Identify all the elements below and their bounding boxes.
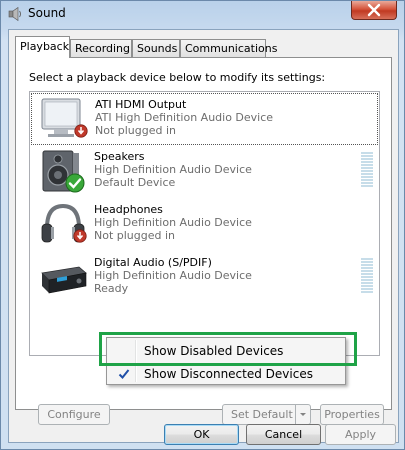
device-name: ATI HDMI Output — [95, 98, 187, 111]
device-driver: High Definition Audio Device — [94, 216, 252, 229]
playback-device-list[interactable]: ATI HDMI Output ATI High Definition Audi… — [29, 91, 380, 356]
device-name: Headphones — [94, 203, 163, 216]
menu-item-show-disconnected-devices[interactable]: Show Disconnected Devices — [109, 363, 343, 384]
device-status: Default Device — [94, 176, 176, 189]
device-driver: High Definition Audio Device — [94, 163, 252, 176]
volume-level-meter — [361, 152, 373, 190]
device-name: Digital Audio (S/PDIF) — [94, 256, 212, 269]
menu-item-label: Show Disabled Devices — [144, 344, 284, 358]
sound-dialog-window: Sound Playback Recording Sounds Communic… — [0, 0, 405, 450]
title-bar[interactable]: Sound — [1, 1, 404, 27]
checkmark-icon — [118, 369, 130, 379]
properties-button[interactable]: Properties — [320, 404, 384, 425]
cancel-button[interactable]: Cancel — [246, 424, 321, 445]
set-default-label: Set Default — [231, 408, 293, 421]
device-item-speakers[interactable]: Speakers High Definition Audio Device De… — [31, 146, 378, 198]
menu-item-show-disabled-devices[interactable]: Show Disabled Devices — [109, 340, 343, 361]
close-icon — [352, 1, 396, 19]
device-status: Not plugged in — [94, 229, 176, 242]
tab-playback[interactable]: Playback — [15, 36, 70, 58]
close-button[interactable] — [351, 1, 397, 20]
chevron-down-icon[interactable] — [295, 405, 310, 424]
device-list-context-menu: Show Disabled Devices Show Disconnected … — [106, 337, 346, 385]
apply-button[interactable]: Apply — [325, 424, 396, 445]
tab-sounds[interactable]: Sounds — [132, 39, 180, 57]
tab-recording[interactable]: Recording — [70, 39, 132, 57]
menu-item-label: Show Disconnected Devices — [144, 367, 313, 381]
device-item-headphones[interactable]: Headphones High Definition Audio Device … — [31, 199, 378, 251]
device-driver: High Definition Audio Device — [94, 269, 252, 282]
device-name: Speakers — [94, 150, 145, 163]
instruction-text: Select a playback device below to modify… — [29, 71, 326, 84]
device-item-ati-hdmi[interactable]: ATI HDMI Output ATI High Definition Audi… — [31, 93, 378, 145]
window-title: Sound — [28, 6, 66, 20]
device-item-digital-audio[interactable]: Digital Audio (S/PDIF) High Definition A… — [31, 252, 378, 304]
volume-level-meter — [361, 258, 373, 296]
unplugged-badge-icon — [73, 229, 87, 243]
device-status: Not plugged in — [95, 124, 177, 137]
ok-button[interactable]: OK — [164, 424, 239, 445]
set-default-button[interactable]: Set Default — [222, 404, 311, 425]
device-status: Ready — [94, 282, 129, 295]
default-check-badge-icon — [65, 173, 85, 193]
digital-audio-receiver-icon — [41, 266, 87, 294]
configure-button[interactable]: Configure — [38, 404, 110, 425]
speaker-app-icon — [8, 6, 21, 22]
device-driver: ATI High Definition Audio Device — [95, 111, 274, 124]
unplugged-badge-icon — [74, 124, 88, 138]
tab-communications[interactable]: Communications — [180, 39, 277, 57]
